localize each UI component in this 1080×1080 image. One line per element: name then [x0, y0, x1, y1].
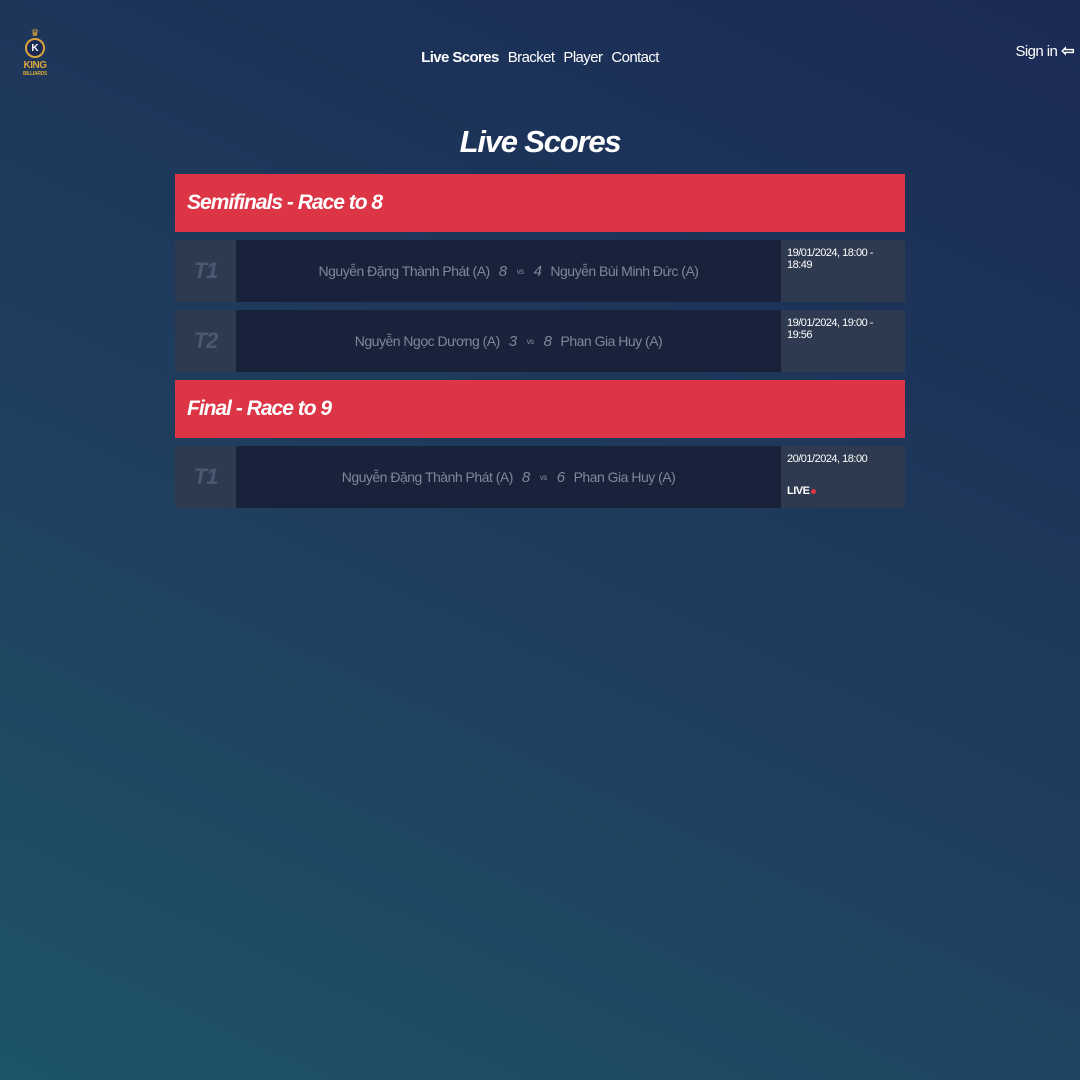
nav-live-scores[interactable]: Live Scores [421, 49, 499, 66]
table-number: T2 [175, 310, 236, 372]
sign-in-icon: ⇦ [1061, 43, 1074, 60]
player-1-name: Nguyễn Đặng Thành Phát (A) [341, 469, 514, 485]
player-1-score: 8 [498, 262, 507, 280]
sign-in-label: Sign in [1015, 42, 1058, 60]
player-2-name: Nguyễn Bùi Minh Đức (A) [550, 263, 699, 279]
player-2-score: 4 [533, 262, 542, 280]
match-info: 19/01/2024, 19:00 - 19:56 [781, 310, 905, 372]
crown-icon: ♛ [30, 28, 40, 39]
player-1-name: Nguyễn Đặng Thành Phát (A) [318, 263, 491, 279]
table-number: T1 [175, 446, 236, 508]
player-2-score: 6 [556, 468, 565, 486]
match-info: 19/01/2024, 18:00 - 18:49 [781, 240, 905, 302]
vs-label: vs [516, 266, 525, 276]
sign-in-button[interactable]: Sign in ⇦ [1015, 41, 1075, 61]
round-header-semifinals: Semifinals - Race to 8 [175, 174, 905, 232]
live-badge: LIVE [787, 485, 899, 497]
nav-contact[interactable]: Contact [611, 49, 659, 66]
logo-text-billiards: BILLIARDS [23, 71, 47, 77]
match-info: 20/01/2024, 18:00 LIVE [781, 446, 905, 508]
match-row[interactable]: T1 Nguyễn Đặng Thành Phát (A) 8 vs 4 Ngu… [175, 240, 905, 302]
match-row[interactable]: T1 Nguyễn Đặng Thành Phát (A) 8 vs 6 Pha… [175, 446, 905, 508]
page-title: Live Scores [459, 124, 622, 159]
match-scoreline: Nguyễn Ngọc Dương (A) 3 vs 8 Phan Gia Hu… [236, 310, 781, 372]
player-2-score: 8 [543, 332, 552, 350]
nav-bracket[interactable]: Bracket [508, 49, 555, 66]
main-nav: Live Scores Bracket Player Contact [0, 49, 1080, 66]
match-time: 19/01/2024, 19:00 - 19:56 [787, 317, 873, 341]
round-header-final: Final - Race to 9 [175, 380, 905, 438]
nav-player[interactable]: Player [563, 49, 603, 66]
live-dot-icon [811, 488, 817, 494]
player-2-name: Phan Gia Huy (A) [573, 469, 676, 485]
match-time: 19/01/2024, 18:00 - 18:49 [787, 247, 873, 271]
match-scoreline: Nguyễn Đặng Thành Phát (A) 8 vs 4 Nguyễn… [236, 240, 781, 302]
live-scores-list: Semifinals - Race to 8 T1 Nguyễn Đặng Th… [175, 174, 905, 516]
player-2-name: Phan Gia Huy (A) [560, 333, 663, 349]
match-scoreline: Nguyễn Đặng Thành Phát (A) 8 vs 6 Phan G… [236, 446, 781, 508]
player-1-score: 8 [521, 468, 530, 486]
table-number: T1 [175, 240, 236, 302]
match-time: 20/01/2024, 18:00 [787, 453, 868, 465]
match-row[interactable]: T2 Nguyễn Ngọc Dương (A) 3 vs 8 Phan Gia… [175, 310, 905, 372]
player-1-score: 3 [508, 332, 517, 350]
player-1-name: Nguyễn Ngọc Dương (A) [354, 333, 501, 349]
vs-label: vs [539, 472, 548, 482]
vs-label: vs [526, 336, 535, 346]
live-label: LIVE [787, 485, 810, 497]
